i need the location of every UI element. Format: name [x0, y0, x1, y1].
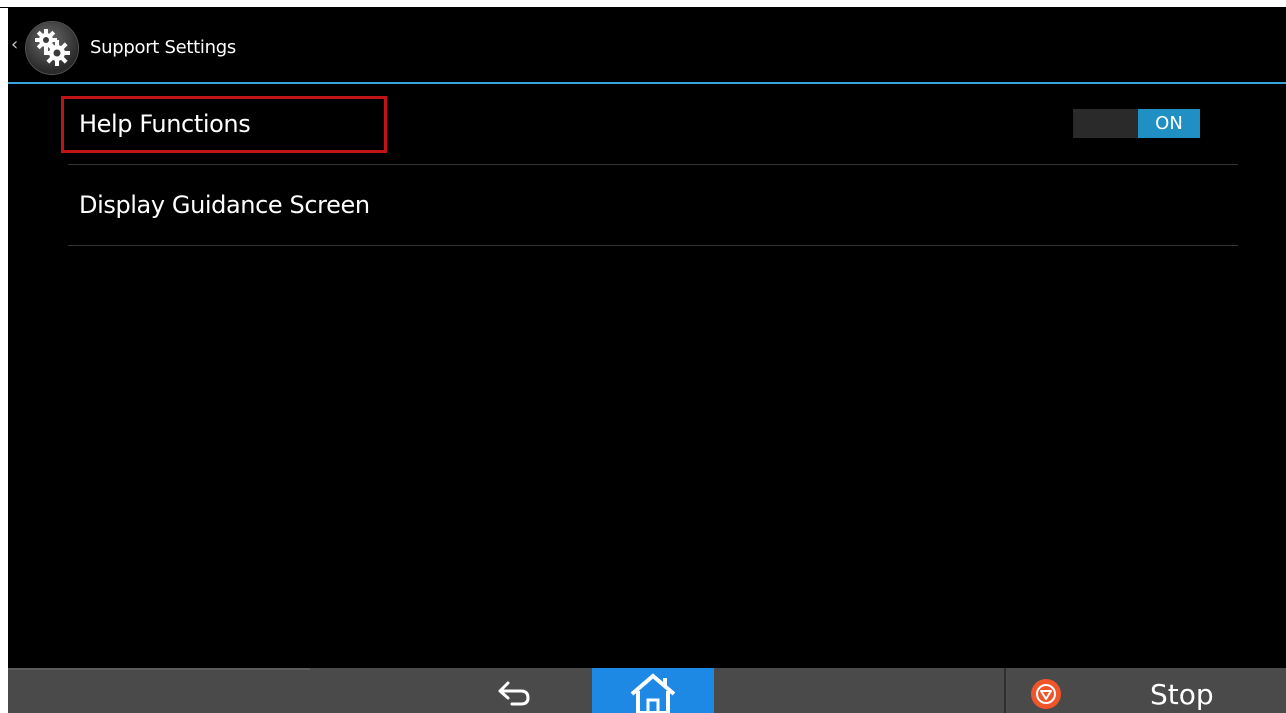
back-chevron-icon[interactable]: ‹ [11, 35, 18, 55]
bottom-bar: Stop [8, 668, 1286, 713]
setting-label: Help Functions [79, 110, 251, 138]
top-border [0, 0, 1286, 8]
back-button[interactable] [442, 668, 592, 713]
gears-icon[interactable] [26, 22, 78, 74]
header-bar: ‹ Support Settings [8, 8, 1286, 84]
home-button[interactable] [592, 668, 714, 713]
device-screen: ‹ Support Settings Help Functions ON Dis… [8, 8, 1286, 713]
toggle-state: ON [1138, 109, 1200, 138]
undo-arrow-icon [498, 681, 530, 706]
stop-icon[interactable] [1031, 679, 1061, 709]
setting-row-help-functions[interactable]: Help Functions ON [61, 84, 1238, 165]
stop-button[interactable]: Stop [1150, 677, 1214, 713]
settings-list: Help Functions ON Display Guidance Scree… [61, 84, 1238, 246]
setting-row-display-guidance-screen[interactable]: Display Guidance Screen [68, 165, 1238, 246]
help-functions-toggle[interactable]: ON [1073, 109, 1200, 138]
divider [8, 668, 310, 670]
home-icon [630, 673, 676, 713]
divider [1004, 668, 1006, 713]
setting-label: Display Guidance Screen [79, 191, 370, 219]
page-title: Support Settings [90, 37, 236, 58]
